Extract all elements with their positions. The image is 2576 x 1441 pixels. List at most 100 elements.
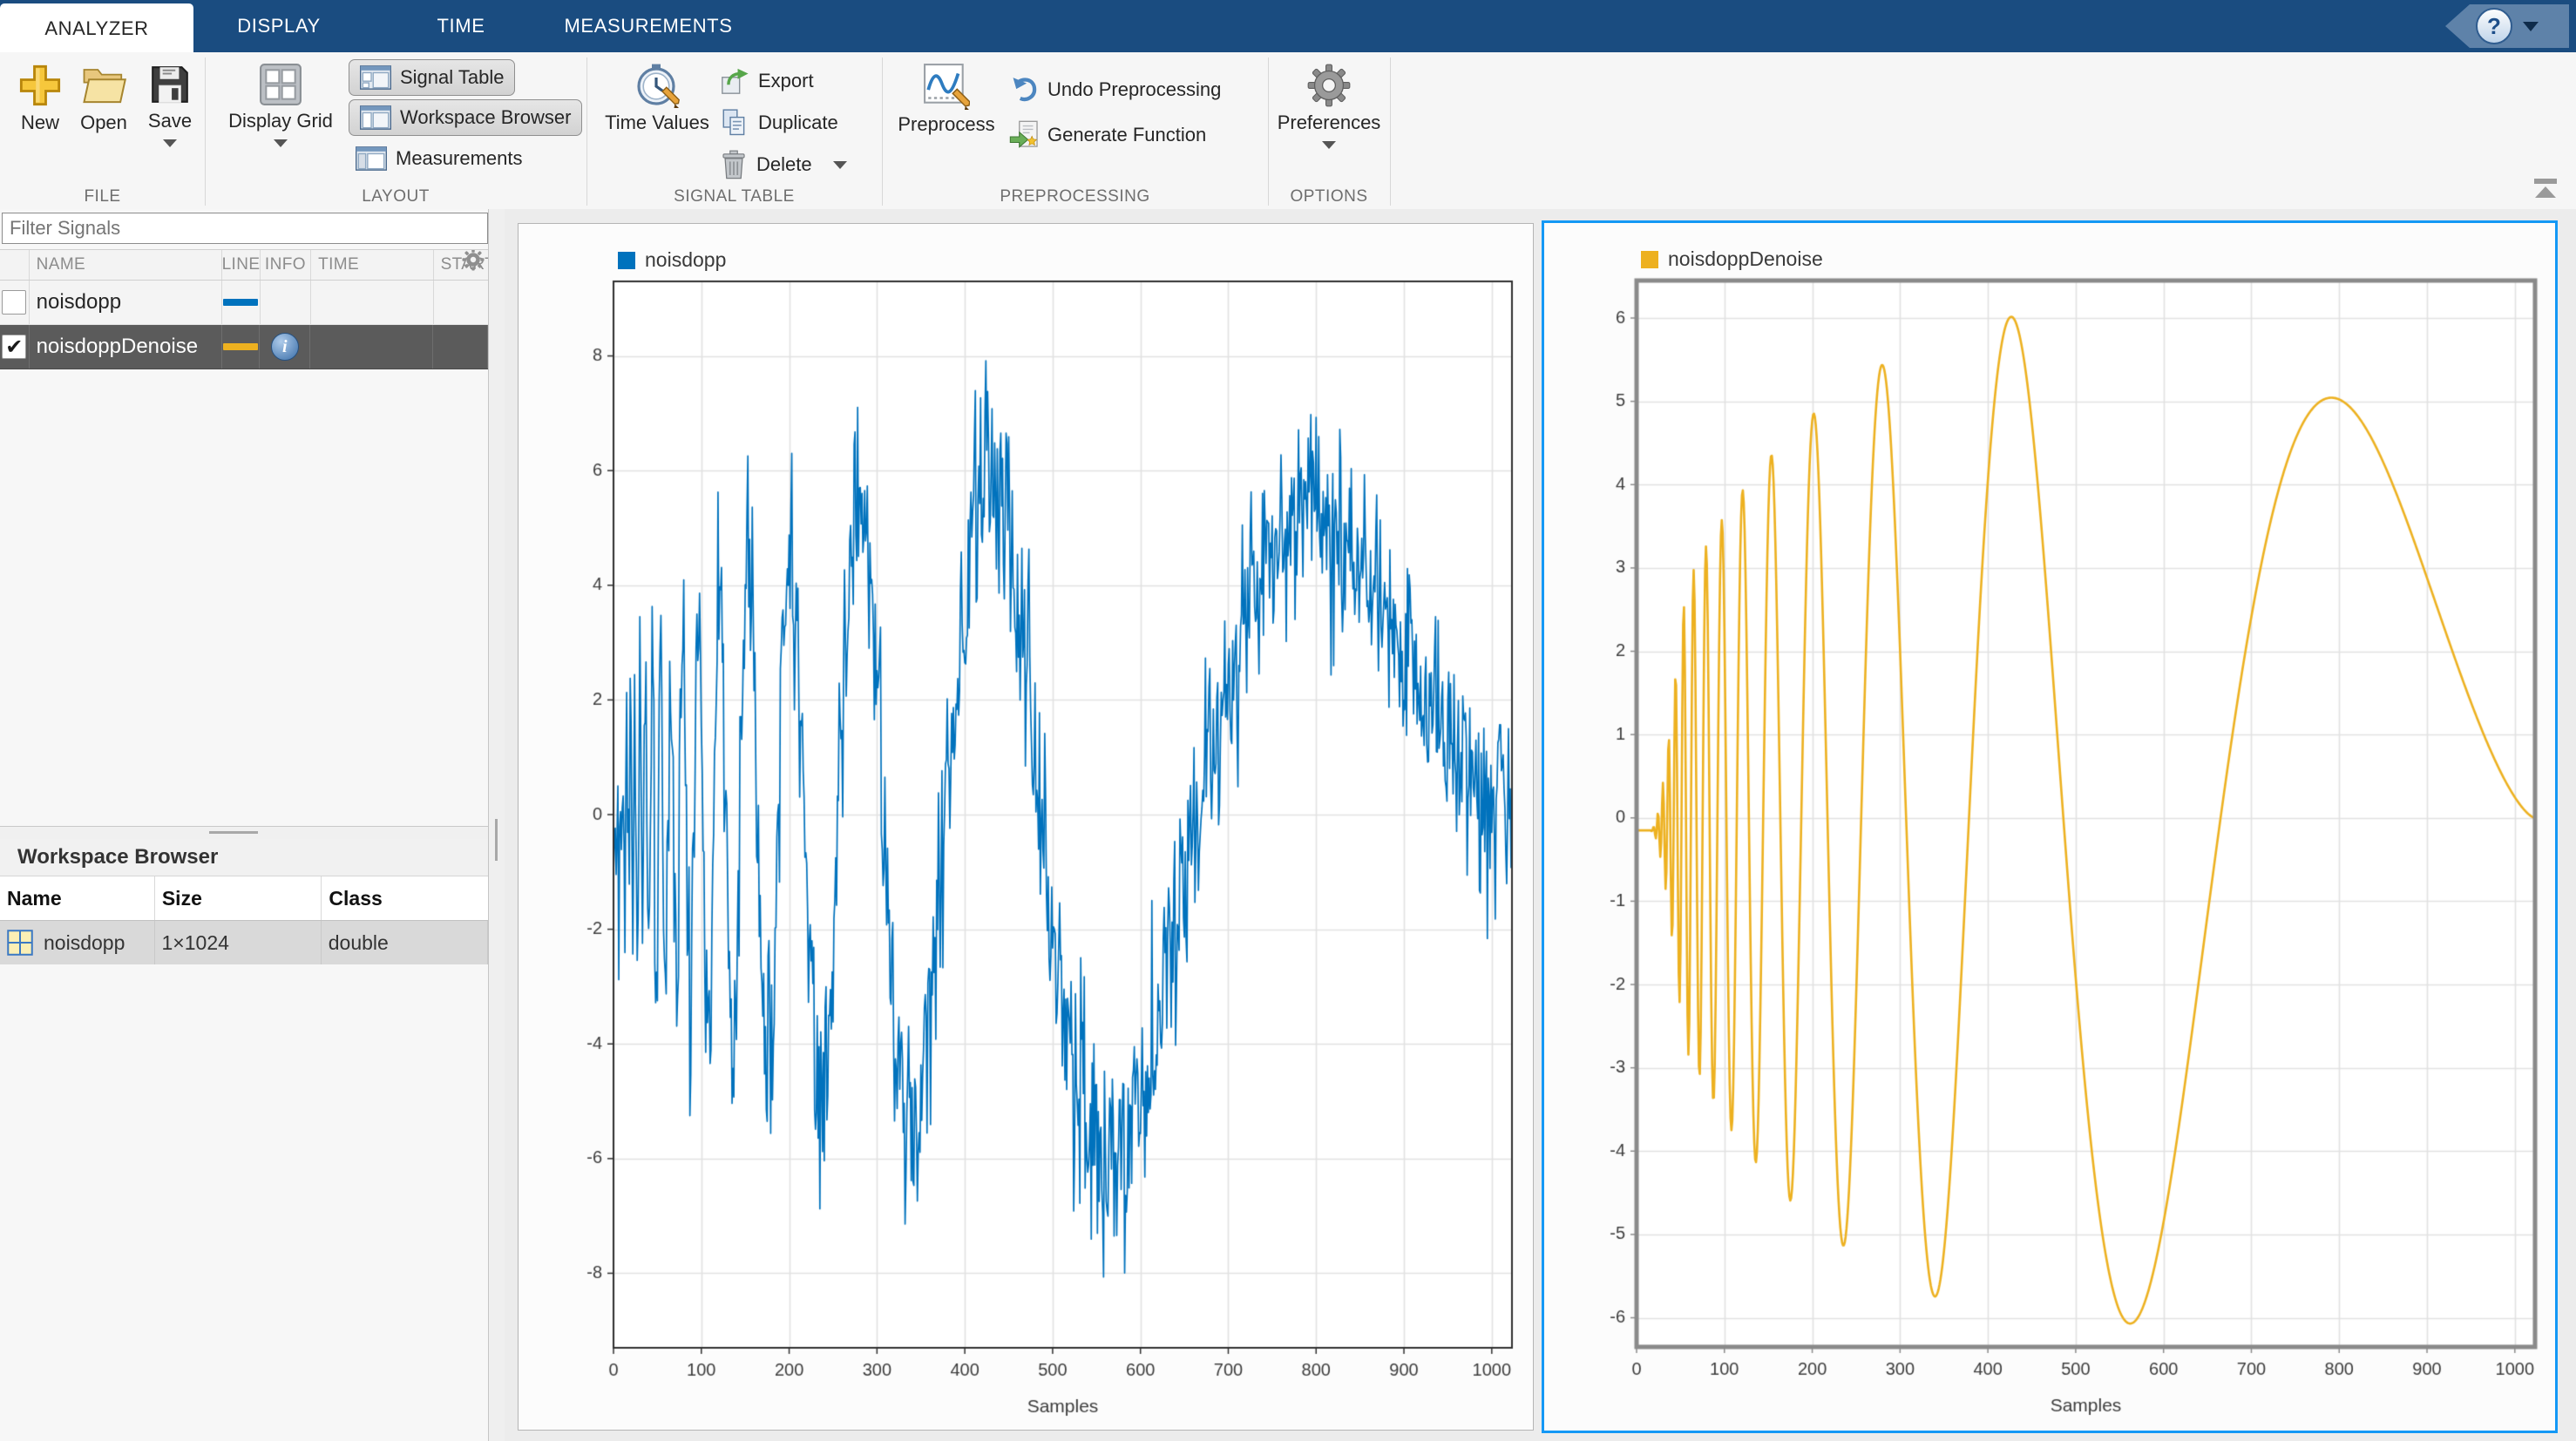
time-values-button[interactable]: Time Values bbox=[601, 63, 713, 134]
tab-analyzer[interactable]: ANALYZER bbox=[0, 3, 193, 54]
workspace-table-header: Name Size Class bbox=[0, 876, 488, 921]
filter-signals-input[interactable] bbox=[2, 213, 488, 244]
info-icon[interactable]: i bbox=[271, 333, 299, 361]
legend-swatch bbox=[618, 252, 635, 269]
workspace-browser-layout-icon bbox=[360, 105, 391, 130]
preferences-gear-icon bbox=[1306, 63, 1352, 108]
preferences-dropdown-arrow-icon[interactable] bbox=[1322, 141, 1336, 149]
signal-table-header: NAME LINE INFO TIME START bbox=[0, 249, 488, 281]
signal-table: NAME LINE INFO TIME START bbox=[0, 249, 488, 369]
horizontal-splitter[interactable] bbox=[0, 826, 488, 840]
tab-measurements[interactable]: MEASUREMENTS bbox=[547, 0, 749, 52]
help-dropdown-arrow-icon[interactable] bbox=[2523, 22, 2539, 31]
export-icon bbox=[720, 66, 749, 96]
wb-header-class[interactable]: Class bbox=[322, 876, 488, 920]
signal-table-panel: NAME LINE INFO TIME START bbox=[0, 209, 488, 1441]
section-label-layout: LAYOUT bbox=[205, 186, 586, 207]
generate-function-button[interactable]: Generate Function bbox=[1009, 118, 1206, 152]
matrix-variable-icon bbox=[7, 930, 33, 956]
header-start-column[interactable]: START bbox=[434, 250, 488, 280]
collapse-ribbon-icon bbox=[2534, 179, 2557, 184]
signal-table-layout-icon bbox=[360, 65, 391, 90]
checkbox-checked[interactable]: ✔ bbox=[2, 335, 26, 359]
section-label-signal-table: SIGNAL TABLE bbox=[586, 186, 882, 207]
collapse-ribbon-button[interactable] bbox=[2532, 179, 2559, 203]
wb-class-cell[interactable]: double bbox=[322, 921, 488, 964]
toolstrip-tab-bar: ANALYZER DISPLAY TIME MEASUREMENTS ? bbox=[0, 0, 2576, 52]
vertical-splitter[interactable] bbox=[488, 209, 505, 1441]
save-floppy-icon bbox=[148, 63, 192, 106]
duplicate-button[interactable]: Duplicate bbox=[720, 106, 838, 139]
signal-checkbox-cell[interactable]: ✔ bbox=[0, 325, 30, 369]
header-checkbox-column[interactable] bbox=[0, 250, 30, 280]
signal-row-noisdopp[interactable]: noisdopp bbox=[0, 281, 488, 325]
delete-button[interactable]: Delete bbox=[720, 148, 847, 181]
wb-header-size[interactable]: Size bbox=[155, 876, 322, 920]
signal-checkbox-cell[interactable] bbox=[0, 281, 30, 324]
table-settings-gear-icon[interactable] bbox=[460, 250, 486, 273]
preprocess-icon bbox=[923, 63, 970, 110]
signal-name-cell[interactable]: noisdopp bbox=[30, 281, 223, 324]
delete-dropdown-arrow-icon[interactable] bbox=[833, 161, 847, 169]
measurements-toggle-label: Measurements bbox=[396, 147, 523, 170]
section-separator bbox=[586, 58, 587, 206]
header-name-column[interactable]: NAME bbox=[30, 250, 223, 280]
undo-icon bbox=[1009, 75, 1039, 105]
delete-button-label: Delete bbox=[756, 153, 812, 176]
signal-start-cell bbox=[433, 325, 488, 369]
save-button[interactable]: Save bbox=[139, 63, 200, 147]
section-separator bbox=[205, 58, 206, 206]
section-label-file: FILE bbox=[0, 186, 205, 207]
line-style-swatch[interactable] bbox=[223, 343, 258, 350]
display-grid-button[interactable]: Display Grid bbox=[220, 63, 342, 147]
export-button[interactable]: Export bbox=[720, 64, 814, 98]
legend-noisdopp[interactable]: noisdopp bbox=[618, 248, 726, 272]
splitter-handle[interactable] bbox=[209, 831, 258, 834]
preferences-button[interactable]: Preferences bbox=[1272, 63, 1386, 149]
checkbox-unchecked[interactable] bbox=[2, 290, 26, 315]
new-plus-icon bbox=[17, 63, 63, 108]
signal-plot-canvas[interactable] bbox=[1544, 223, 2550, 1425]
duplicate-button-label: Duplicate bbox=[758, 112, 838, 134]
plot-panel-noisdoppdenoise-selected[interactable]: noisdoppDenoise bbox=[1542, 220, 2558, 1433]
signal-line-cell[interactable] bbox=[222, 281, 261, 324]
section-label-options: OPTIONS bbox=[1268, 186, 1390, 207]
new-button[interactable]: New bbox=[10, 63, 70, 134]
undo-preprocessing-button[interactable]: Undo Preprocessing bbox=[1009, 73, 1221, 106]
export-button-label: Export bbox=[758, 70, 814, 92]
legend-swatch bbox=[1641, 251, 1658, 268]
signal-table-toggle-label: Signal Table bbox=[400, 66, 504, 89]
signal-plot-canvas[interactable] bbox=[519, 224, 1533, 1430]
generate-function-label: Generate Function bbox=[1047, 124, 1206, 146]
header-time-column[interactable]: TIME bbox=[311, 250, 434, 280]
help-icon[interactable]: ? bbox=[2476, 8, 2512, 44]
workspace-browser-toggle[interactable]: Workspace Browser bbox=[349, 99, 582, 136]
line-style-swatch[interactable] bbox=[223, 299, 258, 306]
wb-size-cell[interactable]: 1×1024 bbox=[155, 921, 322, 964]
signal-name-cell[interactable]: noisdoppDenoise bbox=[30, 325, 222, 369]
signal-info-cell[interactable]: i bbox=[260, 325, 310, 369]
workspace-row-noisdopp[interactable]: noisdopp 1×1024 double bbox=[0, 921, 488, 964]
wb-header-name[interactable]: Name bbox=[0, 876, 155, 920]
legend-noisdoppdenoise[interactable]: noisdoppDenoise bbox=[1641, 247, 1823, 271]
open-button[interactable]: Open bbox=[73, 63, 134, 134]
workspace-browser-table: Name Size Class noisdopp 1×1024 double bbox=[0, 876, 488, 964]
generate-function-icon bbox=[1009, 120, 1039, 150]
header-line-column[interactable]: LINE bbox=[222, 250, 261, 280]
signal-table-toggle[interactable]: Signal Table bbox=[349, 59, 515, 96]
preferences-button-label: Preferences bbox=[1278, 112, 1381, 134]
signal-row-noisdoppdenoise[interactable]: ✔ noisdoppDenoise i bbox=[0, 325, 488, 369]
plot-panel-noisdopp[interactable]: noisdopp bbox=[518, 223, 1534, 1431]
signal-line-cell[interactable] bbox=[222, 325, 260, 369]
preprocess-button-label: Preprocess bbox=[898, 113, 994, 136]
header-info-column[interactable]: INFO bbox=[261, 250, 311, 280]
help-button[interactable]: ? bbox=[2445, 4, 2569, 48]
display-grid-dropdown-arrow-icon[interactable] bbox=[274, 139, 288, 147]
tab-display[interactable]: DISPLAY bbox=[207, 0, 350, 52]
splitter-handle[interactable] bbox=[495, 819, 498, 861]
save-dropdown-arrow-icon[interactable] bbox=[163, 139, 177, 147]
wb-name-cell[interactable]: noisdopp bbox=[0, 921, 155, 964]
tab-time[interactable]: TIME bbox=[388, 0, 534, 52]
measurements-toggle[interactable]: Measurements bbox=[356, 141, 523, 176]
preprocess-button[interactable]: Preprocess bbox=[894, 63, 999, 136]
